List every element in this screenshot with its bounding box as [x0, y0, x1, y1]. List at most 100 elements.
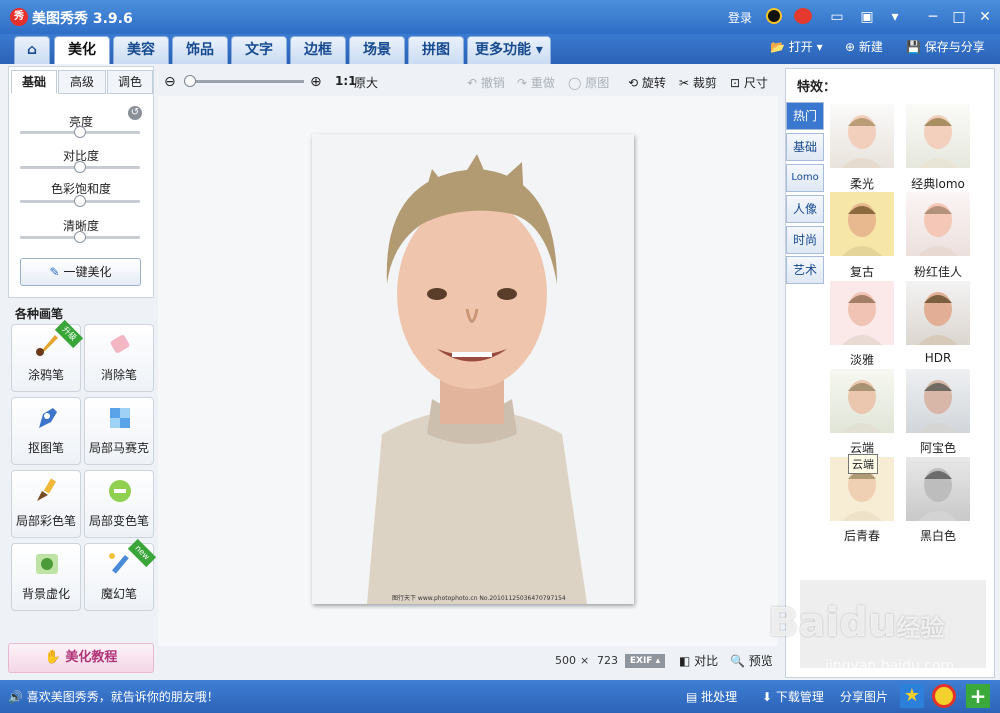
brightness-slider[interactable] — [20, 126, 140, 138]
paint-brush-icon — [37, 478, 57, 501]
weibo-share-icon[interactable] — [932, 684, 956, 708]
eraser-pen-label: 消除笔 — [100, 368, 137, 382]
hand-icon: ✋ — [44, 650, 61, 665]
brightness-knob[interactable] — [74, 126, 86, 138]
fx-category-art[interactable]: 艺术 — [786, 256, 824, 284]
fx-category-lomo[interactable]: Lomo — [786, 164, 824, 192]
tab-color[interactable]: 调色 — [107, 70, 153, 94]
background-blur-label: 背景虚化 — [21, 587, 70, 601]
download-manager-button[interactable]: ⬇ 下载管理 — [762, 688, 824, 705]
contrast-knob[interactable] — [74, 161, 86, 173]
effect-tooltip: 云端 — [848, 454, 878, 474]
tab-frame[interactable]: 边框 — [290, 36, 346, 64]
mosaic-tool[interactable]: 局部马赛克 — [84, 397, 154, 465]
tab-collage[interactable]: 拼图 — [408, 36, 464, 64]
fx-category-portrait[interactable]: 人像 — [786, 195, 824, 223]
tutorial-button[interactable]: ✋ 美化教程 — [8, 643, 154, 673]
share-message[interactable]: 🔊 喜欢美图秀秀，就告诉你的朋友哦！ — [8, 688, 219, 705]
image-width: 500 — [555, 654, 576, 667]
effects-title: 特效： — [797, 80, 837, 95]
tab-text[interactable]: 文字 — [231, 36, 287, 64]
weibo-icon[interactable] — [794, 8, 812, 24]
cutout-pen-tool[interactable]: 抠图笔 — [11, 397, 81, 465]
one-click-label: 一键美化 — [63, 265, 112, 279]
sharpness-knob[interactable] — [74, 231, 86, 243]
baidu-wm-du: du — [839, 600, 897, 646]
home-tab[interactable]: ⌂ — [14, 36, 50, 64]
tab-advanced[interactable]: 高级 — [58, 70, 106, 94]
fx-category-hot[interactable]: 热门 — [786, 102, 824, 130]
cutout-pen-label: 抠图笔 — [27, 441, 64, 455]
login-link[interactable]: 登录 — [728, 9, 752, 26]
fx-category-basic[interactable]: 基础 — [786, 133, 824, 161]
original-size-button[interactable]: 原大 — [354, 74, 378, 91]
original-image-button[interactable]: ◯ 原图 — [568, 74, 609, 91]
saturation-slider[interactable] — [20, 195, 140, 207]
maximize-icon[interactable]: □ — [950, 9, 968, 25]
message-icon[interactable]: ▣ — [858, 9, 876, 25]
magic-pen-tool[interactable]: new 魔幻笔 — [84, 538, 157, 611]
resize-button[interactable]: ⊡ 尺寸 — [730, 74, 768, 91]
partial-recolor-tool[interactable]: 局部变色笔 — [84, 470, 154, 538]
fx-thumb-abao[interactable] — [906, 369, 970, 433]
fx-thumb-classic-lomo[interactable] — [906, 104, 970, 168]
compare-label: 对比 — [694, 654, 719, 668]
saturation-knob[interactable] — [74, 195, 86, 207]
zoom-in-icon[interactable]: ⊕ — [310, 74, 322, 90]
tab-scene[interactable]: 场景 — [349, 36, 405, 64]
mosaic-icon — [110, 408, 130, 428]
fx-category-fashion[interactable]: 时尚 — [786, 226, 824, 254]
open-button[interactable]: 📂 打开 ▾ — [770, 38, 823, 55]
share-image-button[interactable]: 分享图片 — [840, 688, 888, 705]
doodle-pen-tool[interactable]: 升级 涂鸦笔 — [11, 319, 84, 392]
close-icon[interactable]: ✕ — [976, 9, 994, 25]
fx-thumb-cloud[interactable] — [830, 369, 894, 433]
exif-button[interactable]: EXIF ▴ — [625, 654, 665, 668]
new-button[interactable]: ⊕ 新建 — [845, 38, 883, 55]
share-message-text: 喜欢美图秀秀，就告诉你的朋友哦！ — [26, 690, 219, 704]
undo-button[interactable]: ↶ 撤销 — [467, 74, 505, 91]
paint-bucket-icon — [109, 480, 131, 502]
menu-icon[interactable]: ▾ — [886, 9, 904, 25]
minimize-icon[interactable]: ─ — [924, 9, 942, 25]
crop-button[interactable]: ✂ 裁剪 — [679, 74, 717, 91]
background-blur-tool[interactable]: 背景虚化 — [11, 543, 81, 611]
rotate-button[interactable]: ⟲ 旋转 — [628, 74, 666, 91]
fx-thumb-image — [842, 380, 882, 433]
sharpness-slider[interactable] — [20, 231, 140, 243]
fx-thumb-pink-lady[interactable] — [906, 192, 970, 256]
zoom-knob[interactable] — [184, 75, 196, 87]
rotate-label: 旋转 — [641, 76, 666, 90]
eraser-pen-tool[interactable]: 消除笔 — [84, 324, 154, 392]
star-icon[interactable]: ★ — [900, 684, 924, 708]
qq-icon[interactable] — [766, 8, 782, 24]
tab-more[interactable]: 更多功能 ▾ — [467, 36, 551, 64]
fx-thumb-black-white[interactable] — [906, 457, 970, 521]
tab-decor[interactable]: 饰品 — [172, 36, 228, 64]
new-label: 新建 — [858, 40, 883, 54]
tab-basic[interactable]: 基础 — [11, 70, 57, 94]
photo-canvas[interactable]: 图行天下 www.photophoto.cn No.20101125036470… — [312, 134, 634, 604]
fx-thumb-image — [918, 115, 958, 168]
fx-thumb-hdr[interactable] — [906, 281, 970, 345]
partial-color-tool[interactable]: 局部彩色笔 — [11, 470, 81, 538]
redo-button[interactable]: ↷ 重做 — [517, 74, 555, 91]
partial-recolor-label: 局部变色笔 — [88, 514, 149, 528]
batch-button[interactable]: ▤ 批处理 — [686, 688, 737, 705]
contrast-slider[interactable] — [20, 161, 140, 173]
skin-icon[interactable]: ▭ — [828, 9, 846, 25]
fx-thumb-retro[interactable] — [830, 192, 894, 256]
tab-beautify[interactable]: 美化 — [54, 36, 110, 64]
fx-thumb-soft-light[interactable] — [830, 104, 894, 168]
preview-button[interactable]: 🔍 预览 — [730, 652, 773, 669]
compare-button[interactable]: ◧ 对比 — [679, 652, 718, 669]
fx-thumb-elegant[interactable] — [830, 281, 894, 345]
tab-face[interactable]: 美容 — [113, 36, 169, 64]
save-share-button[interactable]: 💾 保存与分享 — [906, 38, 985, 55]
one-click-beautify-button[interactable]: ✎ 一键美化 — [20, 258, 141, 286]
add-icon[interactable]: + — [966, 684, 990, 708]
zoom-slider[interactable] — [184, 75, 304, 87]
exif-label: EXIF — [629, 656, 653, 666]
save-label: 保存与分享 — [924, 40, 985, 54]
zoom-out-icon[interactable]: ⊖ — [164, 74, 176, 90]
